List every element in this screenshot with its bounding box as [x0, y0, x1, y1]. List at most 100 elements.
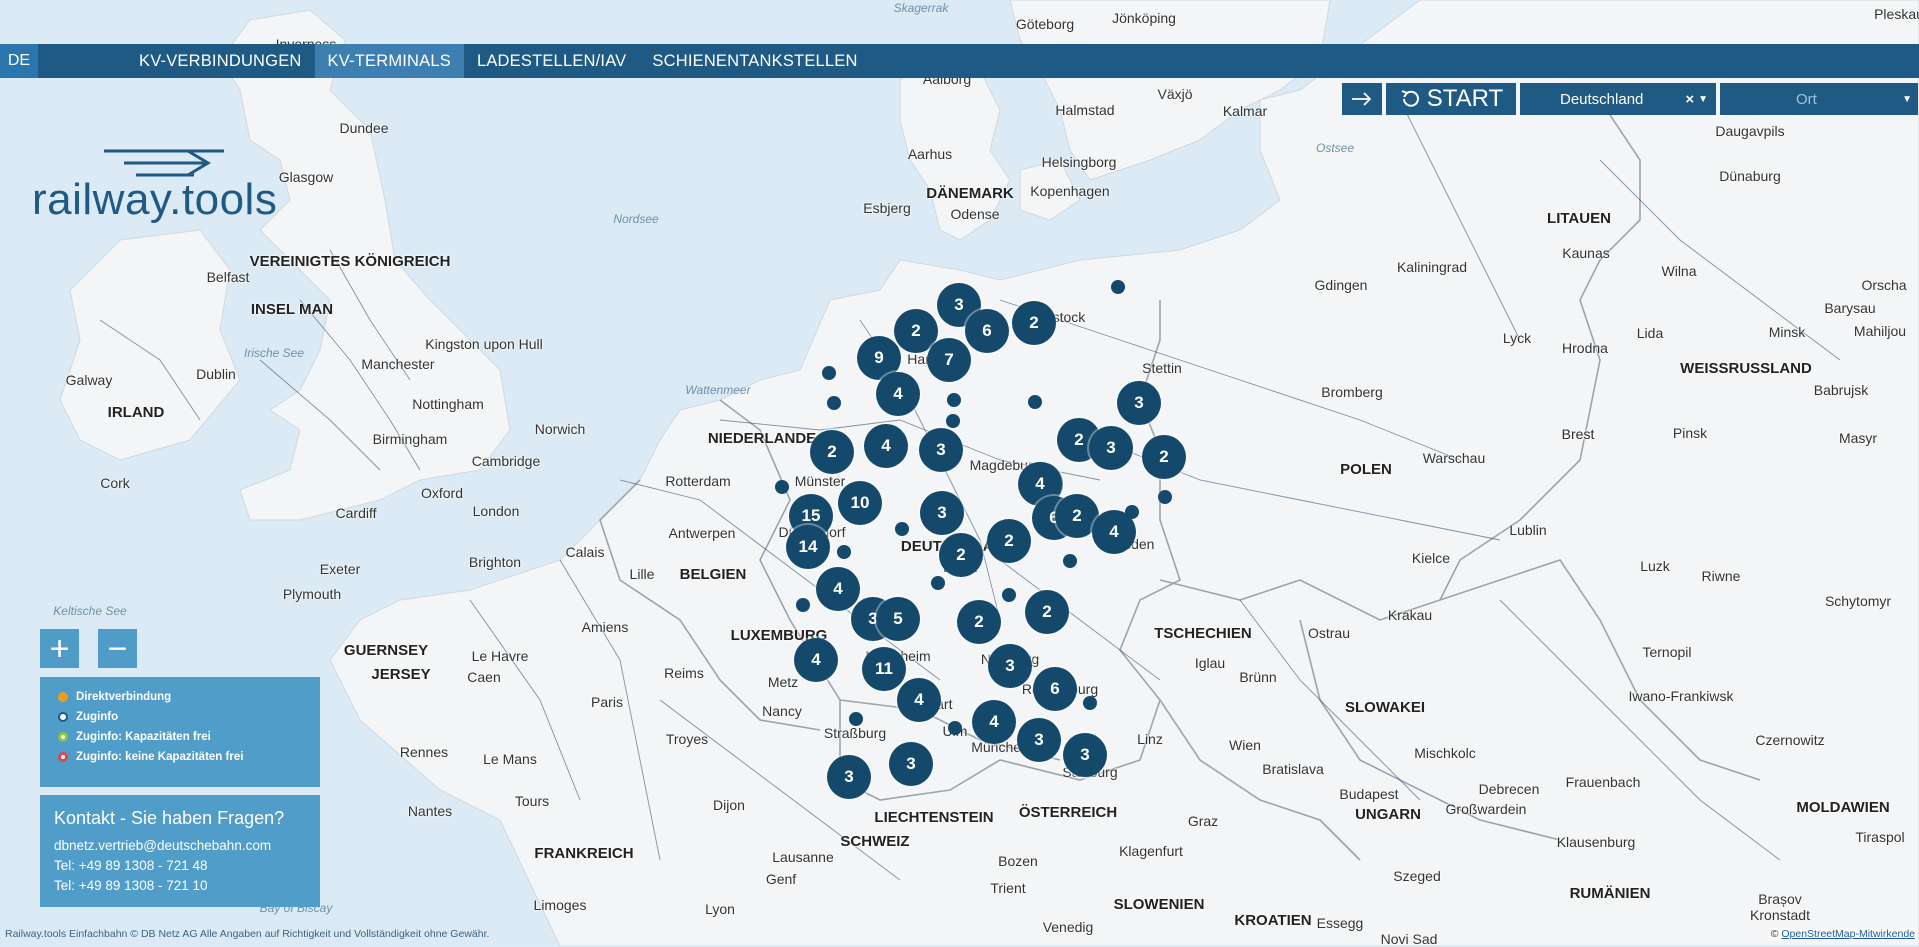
- terminal-cluster[interactable]: 6: [1033, 667, 1077, 711]
- terminal-cluster[interactable]: 2: [1012, 301, 1056, 345]
- map-attribution: © OpenStreetMap-Mitwirkende: [1768, 928, 1917, 940]
- city-label: Daugavpils: [1715, 123, 1785, 139]
- city-label: Kaliningrad: [1396, 259, 1468, 275]
- zoom-in-button[interactable]: +: [40, 629, 79, 668]
- language-switch[interactable]: DE: [0, 44, 38, 78]
- terminal-marker[interactable]: [837, 545, 851, 559]
- city-label: Brünn: [1239, 669, 1277, 685]
- terminal-marker[interactable]: [849, 712, 863, 726]
- city-label: Warschau: [1422, 450, 1486, 466]
- terminal-marker[interactable]: [822, 366, 836, 380]
- terminal-cluster[interactable]: 3: [1117, 381, 1161, 425]
- terminal-cluster[interactable]: 3: [1089, 426, 1133, 470]
- city-label: Le Havre: [471, 648, 529, 664]
- terminal-cluster[interactable]: 2: [1142, 435, 1186, 479]
- nav-ladestellen[interactable]: LADESTELLEN/IAV: [464, 44, 639, 78]
- terminal-cluster[interactable]: 4: [794, 638, 838, 682]
- contact-phone-1[interactable]: Tel: +49 89 1308 - 721 48: [54, 858, 208, 873]
- city-label: Nantes: [407, 803, 453, 819]
- city-label: Ternopil: [1642, 644, 1692, 660]
- city-label: Le Mans: [483, 751, 537, 767]
- city-label: Caen: [467, 669, 501, 685]
- city-label: Odense: [950, 206, 1000, 222]
- city-label: Luzk: [1640, 558, 1670, 574]
- terminal-marker[interactable]: [1083, 696, 1097, 710]
- terminal-cluster[interactable]: 4: [897, 678, 941, 722]
- logo-text: railway.tools: [32, 175, 278, 224]
- city-label: Nottingham: [412, 396, 484, 412]
- terminal-marker[interactable]: [1158, 490, 1172, 504]
- legend-dot-icon: [58, 712, 68, 722]
- terminal-cluster[interactable]: 2: [987, 519, 1031, 563]
- terminal-marker[interactable]: [827, 396, 841, 410]
- terminal-cluster[interactable]: 6: [965, 309, 1009, 353]
- terminal-cluster[interactable]: 2: [1025, 590, 1069, 634]
- zoom-out-button[interactable]: −: [98, 629, 137, 668]
- country-label: ÖSTERREICH: [1018, 804, 1118, 821]
- terminal-cluster[interactable]: 11: [862, 647, 906, 691]
- city-label: Venedig: [1042, 919, 1094, 935]
- city-label: Babrujsk: [1813, 382, 1869, 398]
- terminal-marker[interactable]: [1063, 554, 1077, 568]
- terminal-cluster[interactable]: 3: [1063, 733, 1107, 777]
- terminal-cluster[interactable]: 14: [786, 525, 830, 569]
- terminal-cluster[interactable]: 3: [889, 742, 933, 786]
- nav-schienentankstellen[interactable]: SCHIENENTANKSTELLEN: [639, 44, 870, 78]
- arrow-right-button[interactable]: [1342, 83, 1382, 115]
- terminal-marker[interactable]: [1028, 395, 1042, 409]
- terminal-marker[interactable]: [948, 721, 962, 735]
- terminal-cluster[interactable]: 7: [927, 338, 971, 382]
- terminal-marker[interactable]: [947, 393, 961, 407]
- terminal-marker[interactable]: [895, 522, 909, 536]
- country-select[interactable]: Deutschland × ▼: [1520, 83, 1716, 115]
- contact-phone-2[interactable]: Tel: +49 89 1308 - 721 10: [54, 878, 208, 893]
- terminal-cluster[interactable]: 3: [988, 644, 1032, 688]
- terminal-marker[interactable]: [946, 414, 960, 428]
- osm-link[interactable]: OpenStreetMap-Mitwirkende: [1781, 928, 1915, 940]
- terminal-marker[interactable]: [931, 576, 945, 590]
- city-label: Frauenbach: [1565, 774, 1641, 790]
- city-label: Calais: [565, 544, 605, 560]
- terminal-marker[interactable]: [796, 598, 810, 612]
- city-label: Gdingen: [1314, 277, 1368, 293]
- terminal-marker[interactable]: [1125, 505, 1139, 519]
- city-label: Birmingham: [372, 431, 448, 447]
- terminal-marker[interactable]: [775, 480, 789, 494]
- terminal-cluster[interactable]: 4: [876, 372, 920, 416]
- city-label: Tours: [514, 793, 550, 809]
- city-label: Münster: [794, 473, 846, 489]
- terminal-cluster[interactable]: 2: [957, 600, 1001, 644]
- city-label: Budapest: [1339, 786, 1399, 802]
- country-label: DÄNEMARK: [926, 185, 1014, 202]
- terminal-cluster[interactable]: 3: [919, 428, 963, 472]
- terminal-marker[interactable]: [1111, 280, 1125, 294]
- start-button[interactable]: START: [1386, 83, 1516, 115]
- place-select[interactable]: Ort ▼: [1720, 83, 1918, 115]
- terminal-cluster[interactable]: 3: [1017, 718, 1061, 762]
- contact-email[interactable]: dbnetz.vertrieb@deutschebahn.com: [54, 838, 271, 853]
- city-label: Klagenfurt: [1119, 843, 1183, 859]
- terminal-cluster[interactable]: 3: [827, 755, 871, 799]
- country-label: LITAUEN: [1547, 210, 1611, 227]
- city-label: Belfast: [206, 269, 250, 285]
- terminal-cluster[interactable]: 4: [816, 567, 860, 611]
- terminal-cluster[interactable]: 5: [876, 597, 920, 641]
- top-navigation: DE KV-VERBINDUNGEN KV-TERMINALS LADESTEL…: [0, 44, 1919, 78]
- terminal-cluster[interactable]: 3: [920, 491, 964, 535]
- city-label: Dublin: [196, 366, 236, 382]
- sea-label: Nordsee: [613, 212, 659, 226]
- clear-country-icon[interactable]: ×: [1685, 91, 1694, 108]
- terminal-marker[interactable]: [1002, 588, 1016, 602]
- nav-kv-terminals[interactable]: KV-TERMINALS: [314, 44, 464, 78]
- country-select-value: Deutschland: [1560, 90, 1644, 108]
- terminal-cluster[interactable]: 10: [838, 481, 882, 525]
- city-label: Tiraspol: [1855, 829, 1905, 845]
- country-label: POLEN: [1340, 461, 1392, 478]
- terminal-cluster[interactable]: 4: [972, 700, 1016, 744]
- nav-kv-verbindungen[interactable]: KV-VERBINDUNGEN: [126, 44, 315, 78]
- legend-label: Zuginfo: keine Kapazitäten frei: [76, 751, 244, 763]
- terminal-cluster[interactable]: 2: [810, 430, 854, 474]
- terminal-cluster[interactable]: 4: [864, 424, 908, 468]
- terminal-cluster[interactable]: 2: [939, 533, 983, 577]
- city-label: Reims: [664, 665, 704, 681]
